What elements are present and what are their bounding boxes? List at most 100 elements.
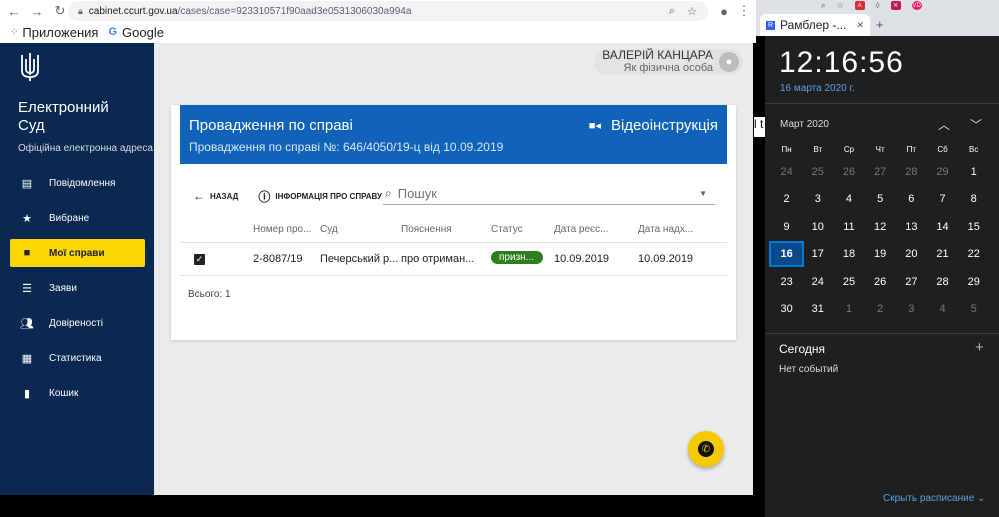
calendar-day[interactable]: 14: [927, 221, 958, 233]
url-path: /cases/case=923310571f90aad3e0531306030a…: [177, 5, 412, 17]
calendar-day[interactable]: 27: [865, 166, 896, 178]
trash-icon: ▮: [23, 387, 31, 400]
sidebar-item-trash[interactable]: ▮ Кошик: [10, 379, 145, 407]
calendar-day[interactable]: 18: [833, 248, 864, 260]
calendar-day[interactable]: 15: [958, 221, 989, 233]
case-info-button[interactable]: ⓘ ІНФОРМАЦІЯ ПРО СПРАВУ: [258, 188, 382, 205]
extension-icon[interactable]: ✕: [890, 1, 901, 10]
header-explanation[interactable]: Пояснення: [401, 224, 491, 235]
calendar-day[interactable]: 25: [802, 166, 833, 178]
calendar-day[interactable]: 10: [802, 221, 833, 233]
calendar-day[interactable]: 3: [802, 193, 833, 205]
chevron-down-icon[interactable]: ﹀: [970, 116, 982, 133]
calendar-day[interactable]: 29: [958, 276, 989, 288]
header-number[interactable]: Номер про...: [253, 224, 320, 235]
calendar-day[interactable]: 23: [771, 276, 802, 288]
forward-arrow-icon[interactable]: →: [28, 2, 46, 20]
calendar-day[interactable]: 26: [865, 276, 896, 288]
calendar-day[interactable]: 4: [833, 193, 864, 205]
header-status[interactable]: Статус: [491, 224, 554, 235]
close-icon[interactable]: ✕: [856, 20, 864, 31]
header-court[interactable]: Суд: [320, 224, 401, 235]
weekday: Ср: [843, 144, 855, 154]
shield-icon[interactable]: ◊: [876, 1, 880, 10]
zoom-icon[interactable]: ⌕: [821, 1, 825, 11]
user-menu[interactable]: ВАЛЕРІЙ КАНЦАРА Як фізична особа ●: [594, 49, 743, 75]
calendar-day[interactable]: 27: [896, 276, 927, 288]
calendar-day[interactable]: 28: [896, 166, 927, 178]
search-input[interactable]: [397, 186, 678, 201]
calendar-day[interactable]: 29: [927, 166, 958, 178]
profile-icon[interactable]: VD: [911, 1, 922, 10]
cell-date-received: 10.09.2019: [638, 253, 694, 265]
calendar-day[interactable]: 2: [771, 193, 802, 205]
calendar-day[interactable]: 4: [927, 303, 958, 315]
calendar-day[interactable]: 31: [802, 303, 833, 315]
profile-icon[interactable]: ●: [715, 2, 733, 20]
calendar-day[interactable]: 24: [771, 166, 802, 178]
search-field[interactable]: ⌕ ▼: [383, 183, 715, 205]
star-icon[interactable]: ☆: [836, 1, 843, 10]
header-date-received[interactable]: Дата надх...: [638, 224, 723, 235]
sidebar-item-my-cases[interactable]: ■ Мої справи: [10, 239, 145, 267]
calendar-month[interactable]: Март 2020: [780, 119, 829, 130]
weekday: Сб: [937, 144, 948, 154]
calendar-day[interactable]: 25: [833, 276, 864, 288]
call-button[interactable]: ✆: [688, 431, 724, 467]
reload-icon[interactable]: ↻: [51, 2, 69, 20]
address-row: ← → ↻ 🔒︎ cabinet.ccurt.gov.ua/cases/case…: [0, 0, 756, 22]
back-arrow-icon[interactable]: ←: [5, 2, 23, 20]
tab-rambler[interactable]: R Рамблер -... ✕: [760, 14, 870, 36]
header-date-registered[interactable]: Дата реєс...: [554, 224, 638, 235]
calendar-day[interactable]: 24: [802, 276, 833, 288]
calendar-day[interactable]: 1: [833, 303, 864, 315]
calendar-day[interactable]: 21: [927, 248, 958, 260]
calendar-day[interactable]: 8: [958, 193, 989, 205]
star-icon: ★: [22, 212, 32, 225]
zoom-icon[interactable]: ⌕: [664, 3, 680, 19]
bookmark-star-icon[interactable]: ☆: [684, 3, 700, 19]
back-button[interactable]: ← НАЗАД: [193, 189, 238, 203]
sidebar-item-messages[interactable]: ▤ Повідомлення: [10, 169, 145, 197]
folder-icon: ■: [23, 247, 31, 259]
calendar-day[interactable]: 22: [958, 248, 989, 260]
clock-date[interactable]: 16 марта 2020 г.: [780, 83, 855, 94]
calendar-day[interactable]: 12: [865, 221, 896, 233]
no-events-text: Нет событий: [779, 364, 839, 375]
adblock-icon[interactable]: A: [854, 1, 865, 10]
new-tab-icon[interactable]: +: [876, 17, 884, 32]
video-instruction-link[interactable]: ■◂ Відеоінструкція: [589, 117, 718, 134]
sidebar-item-statistics[interactable]: ▦ Статистика: [10, 344, 145, 372]
calendar-day-today[interactable]: 16: [768, 241, 805, 268]
calendar-day[interactable]: 28: [927, 276, 958, 288]
calendar-day[interactable]: 11: [833, 221, 864, 233]
address-bar[interactable]: 🔒︎ cabinet.ccurt.gov.ua/cases/case=92331…: [68, 1, 708, 21]
calendar-day[interactable]: 19: [865, 248, 896, 260]
calendar-day[interactable]: 7: [927, 193, 958, 205]
sidebar-item-applications[interactable]: ☰ Заяви: [10, 274, 145, 302]
bookmark-apps[interactable]: ⁘ Приложения: [10, 25, 98, 40]
calendar-day[interactable]: 3: [896, 303, 927, 315]
menu-dots-icon[interactable]: ⋮: [735, 2, 753, 20]
calendar-day[interactable]: 30: [771, 303, 802, 315]
calendar-day[interactable]: 5: [958, 303, 989, 315]
calendar-day[interactable]: 1: [958, 166, 989, 178]
sidebar-item-powers-of-attorney[interactable]: 👥︎ Довіреності: [10, 309, 145, 337]
chevron-up-icon[interactable]: ︿: [938, 116, 950, 133]
calendar-day[interactable]: 20: [896, 248, 927, 260]
calendar-day[interactable]: 2: [865, 303, 896, 315]
calendar-day[interactable]: 5: [865, 193, 896, 205]
cell-explanation: про отриман...: [401, 253, 475, 265]
bookmark-google[interactable]: G Google: [108, 25, 163, 40]
chevron-down-icon[interactable]: ▼: [699, 189, 707, 198]
sidebar-item-favorites[interactable]: ★ Вибране: [10, 204, 145, 232]
calendar-day[interactable]: 9: [771, 221, 802, 233]
checkbox-checked-icon[interactable]: ✓: [194, 253, 205, 265]
calendar-day[interactable]: 13: [896, 221, 927, 233]
hide-agenda-link[interactable]: Скрыть расписание ⌄: [883, 493, 985, 504]
calendar-day[interactable]: 6: [896, 193, 927, 205]
add-event-icon[interactable]: +: [975, 339, 984, 356]
calendar-day[interactable]: 17: [802, 248, 833, 260]
table-row[interactable]: ✓ 2-8087/19 Печерський р... про отриман.…: [180, 243, 727, 276]
calendar-day[interactable]: 26: [833, 166, 864, 178]
